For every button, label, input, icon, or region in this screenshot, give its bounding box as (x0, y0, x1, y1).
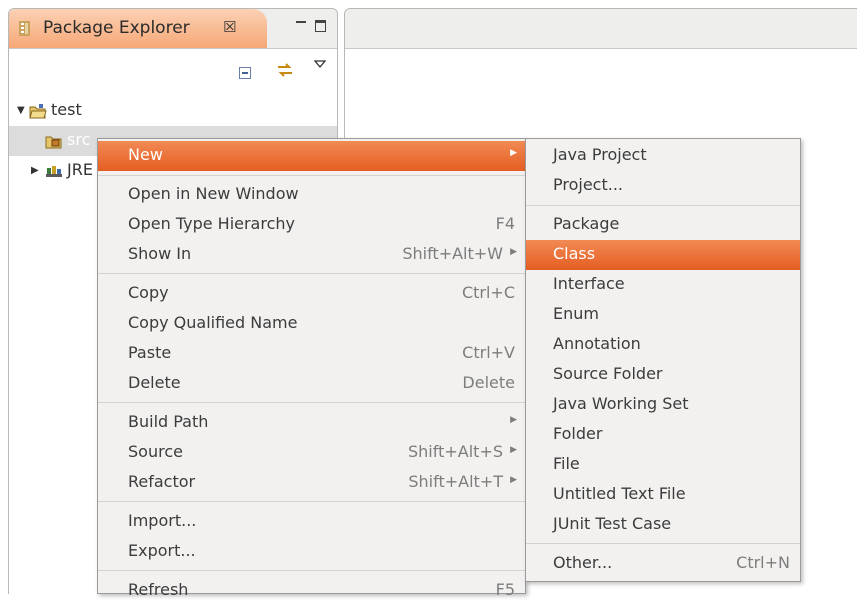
new-submenu: Java Project Project... Package Class In… (525, 138, 801, 582)
menu-separator (98, 273, 525, 274)
submenu-arrow-icon: ▶ (510, 247, 517, 257)
submenu-item-enum[interactable]: Enum (526, 300, 800, 330)
menu-item-label: Class (553, 244, 596, 263)
menu-separator (98, 570, 525, 571)
context-menu: New ▶ Open in New Window Open Type Hiera… (97, 138, 526, 599)
submenu-item-java-project[interactable]: Java Project (526, 141, 800, 171)
menu-item-export[interactable]: Export... (98, 537, 525, 567)
minimize-icon[interactable] (296, 21, 306, 23)
menu-item-shortcut: Ctrl+N (736, 553, 790, 572)
submenu-item-junit-test-case[interactable]: JUnit Test Case (526, 510, 800, 540)
menu-item-label: New (128, 145, 163, 164)
menu-item-refactor[interactable]: Refactor Shift+Alt+T ▶ (98, 468, 525, 498)
menu-item-shortcut: Ctrl+V (462, 343, 515, 362)
menu-item-label: Build Path (128, 412, 209, 431)
close-icon[interactable]: ☒ (223, 18, 236, 36)
menu-item-label: Source (128, 442, 183, 461)
menu-separator (526, 543, 800, 544)
submenu-arrow-icon: ▶ (510, 415, 517, 425)
menu-item-label: Annotation (553, 334, 641, 353)
tree-item-label: JRE (67, 160, 93, 179)
view-menu-icon[interactable] (314, 59, 326, 69)
menu-item-paste[interactable]: Paste Ctrl+V (98, 339, 525, 369)
menu-separator (98, 501, 525, 502)
menu-item-label: Folder (553, 424, 603, 443)
submenu-item-untitled-text-file[interactable]: Untitled Text File (526, 480, 800, 510)
collapsed-arrow-icon[interactable]: ▶ (31, 165, 39, 176)
menu-item-shortcut: Shift+Alt+T (408, 472, 503, 491)
submenu-item-other[interactable]: Other... Ctrl+N (526, 549, 800, 579)
library-icon (46, 166, 62, 177)
submenu-arrow-icon: ▶ (510, 445, 517, 455)
menu-item-label: Export... (128, 541, 196, 560)
menu-item-shortcut: Delete (462, 373, 515, 392)
menu-item-label: Refactor (128, 472, 196, 491)
submenu-item-project[interactable]: Project... (526, 171, 800, 201)
menu-item-label: Enum (553, 304, 599, 323)
menu-separator (98, 175, 525, 176)
menu-item-label: Package (553, 214, 620, 233)
menu-item-label: Refresh (128, 580, 189, 599)
expanded-arrow-icon[interactable]: ▼ (17, 105, 25, 116)
menu-item-label: Java Working Set (553, 394, 689, 413)
package-explorer-icon (19, 21, 30, 36)
menu-item-shortcut: Ctrl+C (461, 283, 515, 302)
submenu-item-package[interactable]: Package (526, 210, 800, 240)
menu-item-label: Paste (128, 343, 172, 362)
menu-item-show-in[interactable]: Show In Shift+Alt+W ▶ (98, 240, 525, 270)
menu-item-label: Interface (553, 274, 625, 293)
submenu-item-java-working-set[interactable]: Java Working Set (526, 390, 800, 420)
menu-separator (98, 402, 525, 403)
menu-item-open-in-new-window[interactable]: Open in New Window (98, 180, 525, 210)
submenu-item-source-folder[interactable]: Source Folder (526, 360, 800, 390)
submenu-item-annotation[interactable]: Annotation (526, 330, 800, 360)
menu-separator (526, 205, 800, 206)
collapse-all-icon[interactable] (239, 67, 251, 79)
submenu-item-interface[interactable]: Interface (526, 270, 800, 300)
menu-item-shortcut: F5 (495, 580, 515, 599)
menu-item-label: File (553, 454, 580, 473)
menu-item-copy[interactable]: Copy Ctrl+C (98, 279, 525, 309)
menu-item-source[interactable]: Source Shift+Alt+S ▶ (98, 438, 525, 468)
menu-item-refresh[interactable]: Refresh F5 (98, 576, 525, 606)
menu-item-label: Open in New Window (128, 184, 299, 203)
menu-item-shortcut: Shift+Alt+W (402, 244, 503, 263)
menu-item-shortcut: Shift+Alt+S (408, 442, 503, 461)
submenu-arrow-icon: ▶ (510, 475, 517, 485)
menu-item-label: Other... (553, 553, 613, 572)
submenu-item-class[interactable]: Class (526, 240, 800, 270)
menu-item-new[interactable]: New ▶ (98, 141, 525, 171)
menu-item-label: Open Type Hierarchy (128, 214, 295, 233)
package-folder-icon (45, 136, 62, 149)
tree-item-label: src (67, 130, 91, 149)
menu-item-label: Copy Qualified Name (128, 313, 298, 332)
tree-item-label: test (51, 100, 82, 119)
menu-item-shortcut: F4 (495, 214, 515, 233)
menu-item-build-path[interactable]: Build Path ▶ (98, 408, 525, 438)
menu-item-label: Import... (128, 511, 197, 530)
menu-item-label: Source Folder (553, 364, 663, 383)
menu-item-label: Java Project (553, 145, 647, 164)
view-title: Package Explorer (43, 18, 190, 38)
submenu-item-file[interactable]: File (526, 450, 800, 480)
menu-item-label: Copy (128, 283, 169, 302)
tab-package-explorer[interactable]: Package Explorer ☒ (9, 9, 267, 48)
menu-item-copy-qualified-name[interactable]: Copy Qualified Name (98, 309, 525, 339)
project-folder-icon (29, 104, 47, 119)
maximize-icon[interactable] (315, 20, 326, 32)
editor-tab-bar (345, 9, 857, 49)
submenu-item-folder[interactable]: Folder (526, 420, 800, 450)
link-with-editor-icon[interactable] (276, 61, 294, 79)
menu-item-delete[interactable]: Delete Delete (98, 369, 525, 399)
menu-item-label: Delete (128, 373, 181, 392)
menu-item-label: Untitled Text File (553, 484, 686, 503)
menu-item-open-type-hierarchy[interactable]: Open Type Hierarchy F4 (98, 210, 525, 240)
menu-item-label: JUnit Test Case (553, 514, 672, 533)
tree-item-project[interactable]: ▼ test (9, 96, 337, 126)
menu-item-label: Project... (553, 175, 623, 194)
menu-item-import[interactable]: Import... (98, 507, 525, 537)
view-header: Package Explorer ☒ (9, 9, 337, 49)
menu-item-label: Show In (128, 244, 192, 263)
submenu-arrow-icon: ▶ (510, 148, 517, 158)
